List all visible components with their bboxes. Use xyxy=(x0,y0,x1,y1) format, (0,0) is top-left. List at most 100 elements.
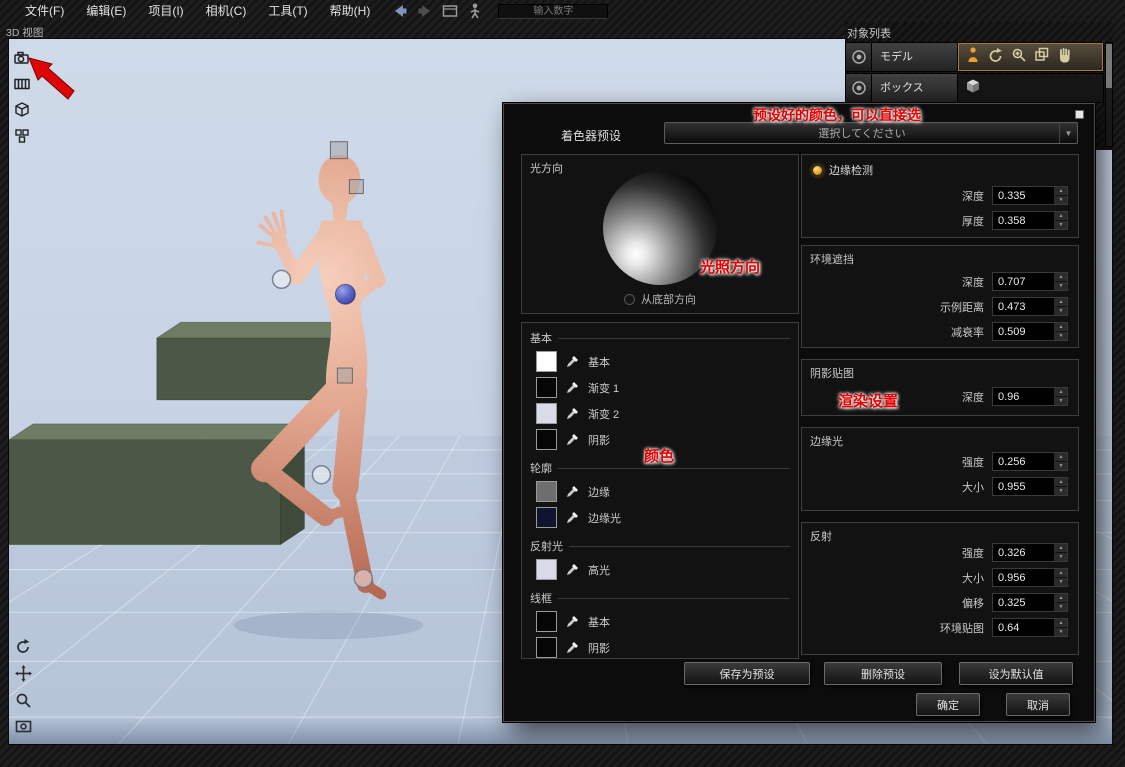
color-swatch[interactable] xyxy=(536,637,557,658)
spin-down[interactable]: ▼ xyxy=(1055,462,1067,470)
color-swatch[interactable] xyxy=(536,559,557,580)
spin-down[interactable]: ▼ xyxy=(1055,578,1067,586)
spin-down[interactable]: ▼ xyxy=(1055,397,1067,405)
rotate-object-icon[interactable] xyxy=(987,46,1005,69)
eyedropper-icon[interactable] xyxy=(565,380,580,395)
spin-down[interactable]: ▼ xyxy=(1055,603,1067,611)
from-bottom-toggle[interactable]: 从底部方向 xyxy=(522,291,798,307)
spin-up[interactable]: ▲ xyxy=(1055,453,1067,462)
thickness-input[interactable]: 0.358▲▼ xyxy=(992,211,1068,230)
pan-view-icon[interactable] xyxy=(12,662,34,684)
depth-input[interactable]: 0.335▲▼ xyxy=(992,186,1068,205)
menu-project[interactable]: 项目(I) xyxy=(137,0,194,22)
film-tool-icon[interactable] xyxy=(11,73,33,95)
dialog-close-button[interactable] xyxy=(1075,110,1084,119)
spin-up[interactable]: ▲ xyxy=(1055,273,1067,282)
param-label: 大小 xyxy=(962,570,984,586)
eyedropper-icon[interactable] xyxy=(565,614,580,629)
ok-button[interactable]: 确定 xyxy=(916,693,980,716)
zoom-object-icon[interactable] xyxy=(1010,46,1028,69)
object-row-box[interactable]: ボックス xyxy=(845,73,1104,103)
spin-down[interactable]: ▼ xyxy=(1055,553,1067,561)
eyedropper-icon[interactable] xyxy=(565,562,580,577)
orbit-view-icon[interactable] xyxy=(12,635,34,657)
box-cube-icon[interactable] xyxy=(963,76,983,100)
spin-up[interactable]: ▲ xyxy=(1055,212,1067,221)
color-row: 高光 xyxy=(536,559,798,580)
object-list-scrollbar[interactable] xyxy=(1105,42,1113,147)
refl-envmap-input[interactable]: 0.64▲▼ xyxy=(992,618,1068,637)
eyedropper-icon[interactable] xyxy=(565,406,580,421)
param-label: 环境贴图 xyxy=(940,620,984,636)
ao-falloff-input[interactable]: 0.509▲▼ xyxy=(992,322,1068,341)
spin-up[interactable]: ▲ xyxy=(1055,478,1067,487)
eyedropper-icon[interactable] xyxy=(565,640,580,655)
menu-edit[interactable]: 编辑(E) xyxy=(75,0,137,22)
color-swatch[interactable] xyxy=(536,481,557,502)
back-arrow-icon[interactable] xyxy=(391,2,409,20)
color-swatch[interactable] xyxy=(536,403,557,424)
color-swatch[interactable] xyxy=(536,377,557,398)
cube-tool-icon[interactable] xyxy=(11,99,33,121)
object-label[interactable]: モデル xyxy=(872,43,958,71)
spin-down[interactable]: ▼ xyxy=(1055,332,1067,340)
color-swatch[interactable] xyxy=(536,507,557,528)
spin-down[interactable]: ▼ xyxy=(1055,221,1067,229)
chest-gizmo-sphere[interactable] xyxy=(335,284,355,304)
menu-help[interactable]: 帮助(H) xyxy=(319,0,382,22)
rim-size-input[interactable]: 0.955▲▼ xyxy=(992,477,1068,496)
figure-icon[interactable] xyxy=(466,2,484,20)
forward-arrow-icon[interactable] xyxy=(416,2,434,20)
ao-depth-input[interactable]: 0.707▲▼ xyxy=(992,272,1068,291)
ao-sample-distance-input[interactable]: 0.473▲▼ xyxy=(992,297,1068,316)
window-icon[interactable] xyxy=(441,2,459,20)
edge-detect-toggle[interactable]: 边缘检测 xyxy=(812,162,873,178)
menu-file[interactable]: 文件(F) xyxy=(14,0,75,22)
refl-offset-input[interactable]: 0.325▲▼ xyxy=(992,593,1068,612)
rim-strength-input[interactable]: 0.256▲▼ xyxy=(992,452,1068,471)
spin-up[interactable]: ▲ xyxy=(1055,298,1067,307)
blocks-tool-icon[interactable] xyxy=(11,125,33,147)
pose-person-icon[interactable] xyxy=(964,46,982,69)
object-row-model[interactable]: モデル xyxy=(845,42,1104,72)
spin-down[interactable]: ▼ xyxy=(1055,196,1067,204)
spin-up[interactable]: ▲ xyxy=(1055,619,1067,628)
color-swatch[interactable] xyxy=(536,429,557,450)
object-label[interactable]: ボックス xyxy=(872,74,958,102)
screenshot-icon[interactable] xyxy=(12,715,34,737)
spin-down[interactable]: ▼ xyxy=(1055,628,1067,636)
eyedropper-icon[interactable] xyxy=(565,510,580,525)
hand-icon[interactable] xyxy=(1056,46,1074,69)
preset-dropdown[interactable]: 選択してください ▼ xyxy=(664,122,1078,144)
set-default-button[interactable]: 设为默认值 xyxy=(959,662,1073,685)
spin-up[interactable]: ▲ xyxy=(1055,323,1067,332)
eyedropper-icon[interactable] xyxy=(565,484,580,499)
spin-down[interactable]: ▼ xyxy=(1055,487,1067,495)
spin-up[interactable]: ▲ xyxy=(1055,388,1067,397)
eyedropper-icon[interactable] xyxy=(565,354,580,369)
shadow-depth-input[interactable]: 0.96▲▼ xyxy=(992,387,1068,406)
zoom-view-icon[interactable] xyxy=(12,689,34,711)
color-swatch[interactable] xyxy=(536,351,557,372)
refl-strength-input[interactable]: 0.326▲▼ xyxy=(992,543,1068,562)
spin-down[interactable]: ▼ xyxy=(1055,282,1067,290)
light-panel-title: 光方向 xyxy=(530,160,563,176)
eyedropper-icon[interactable] xyxy=(565,432,580,447)
spin-down[interactable]: ▼ xyxy=(1055,307,1067,315)
spin-up[interactable]: ▲ xyxy=(1055,544,1067,553)
menu-tools[interactable]: 工具(T) xyxy=(257,0,318,22)
spin-up[interactable]: ▲ xyxy=(1055,594,1067,603)
camera-tool-icon[interactable] xyxy=(11,47,33,69)
light-direction-sphere[interactable] xyxy=(603,171,717,285)
number-input[interactable] xyxy=(498,4,608,19)
duplicate-icon[interactable] xyxy=(1033,46,1051,69)
save-preset-button[interactable]: 保存为预设 xyxy=(684,662,810,685)
spin-up[interactable]: ▲ xyxy=(1055,187,1067,196)
menu-camera[interactable]: 相机(C) xyxy=(195,0,258,22)
spin-up[interactable]: ▲ xyxy=(1055,569,1067,578)
color-swatch[interactable] xyxy=(536,611,557,632)
delete-preset-button[interactable]: 删除预设 xyxy=(824,662,942,685)
cancel-button[interactable]: 取消 xyxy=(1006,693,1070,716)
radio-icon xyxy=(624,294,635,305)
refl-size-input[interactable]: 0.956▲▼ xyxy=(992,568,1068,587)
